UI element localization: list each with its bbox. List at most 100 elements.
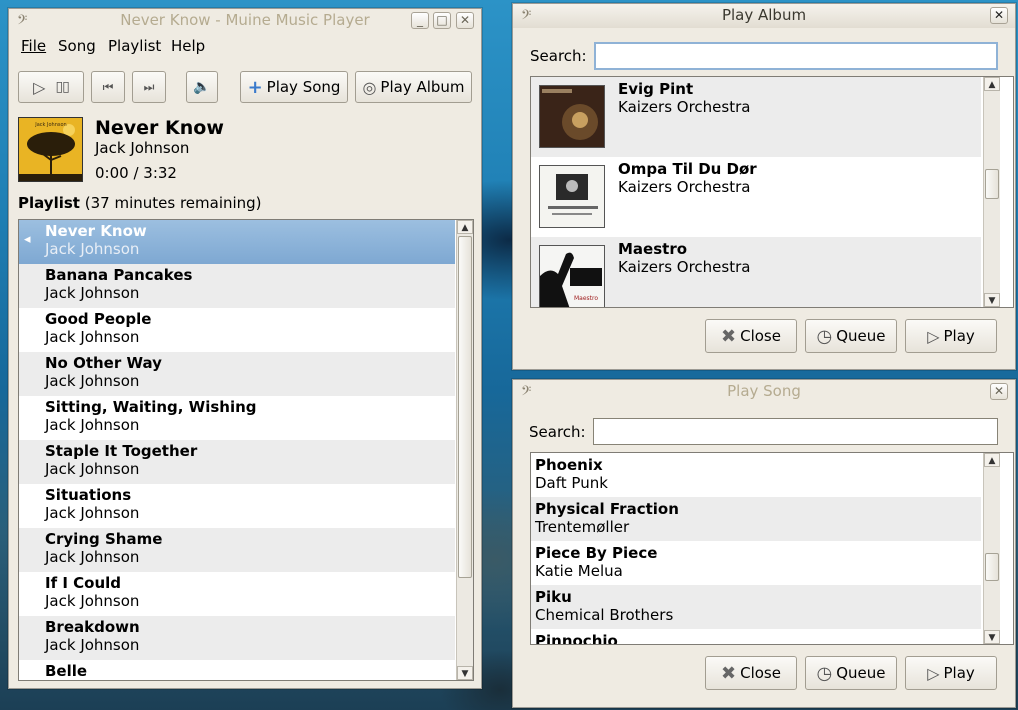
song-title: Breakdown	[45, 618, 140, 636]
menu-help[interactable]: Help	[171, 37, 205, 55]
next-button[interactable]: ⏭	[132, 71, 166, 103]
song-title: Never Know	[45, 222, 147, 240]
playlist-row[interactable]: Breakdown Jack Johnson	[19, 616, 455, 660]
song-row[interactable]: Piece By Piece Katie Melua	[531, 541, 981, 585]
song-queue-button[interactable]: ◷ Queue	[805, 656, 897, 690]
scroll-thumb[interactable]	[985, 553, 999, 581]
song-artist: Jack Johnson	[45, 636, 140, 654]
song-search-input[interactable]	[593, 418, 998, 445]
playlist-row[interactable]: Crying Shame Jack Johnson	[19, 528, 455, 572]
song-title: Banana Pancakes	[45, 266, 193, 284]
song-artist: Jack Johnson	[45, 328, 140, 346]
song-row[interactable]: Pinnochio	[531, 629, 981, 644]
album-list[interactable]: Evig Pint Kaizers Orchestra Ompa Til Du Dø…	[530, 76, 1014, 308]
playlist-row[interactable]: Banana Pancakes Jack Johnson	[19, 264, 455, 308]
song-artist: Jack Johnson	[45, 240, 140, 258]
menubar: File Song Playlist Help	[9, 34, 481, 58]
song-close-button[interactable]: ✖ Close	[705, 656, 797, 690]
song-title: Piku	[535, 588, 572, 606]
scroll-thumb[interactable]	[985, 169, 999, 199]
song-dialog-title: Play Song	[727, 382, 801, 400]
album-search-label: Search:	[530, 47, 587, 65]
song-title: Crying Shame	[45, 530, 163, 548]
queue-label: Queue	[836, 327, 886, 345]
play-album-button[interactable]: ◎ Play Album	[355, 71, 472, 103]
close-icon[interactable]: ✕	[990, 383, 1008, 400]
song-row[interactable]: Phoenix Daft Punk	[531, 453, 981, 497]
playlist-row[interactable]: Staple It Together Jack Johnson	[19, 440, 455, 484]
album-play-button[interactable]: ▷ Play	[905, 319, 997, 353]
play-song-button[interactable]: + Play Song	[240, 71, 348, 103]
play-label: Play	[943, 664, 975, 682]
svg-text:Jack Johnson: Jack Johnson	[34, 122, 66, 128]
album-cover-art	[539, 85, 605, 148]
playlist-remaining: (37 minutes remaining)	[84, 194, 262, 212]
menu-file[interactable]: File	[21, 37, 46, 55]
album-queue-button[interactable]: ◷ Queue	[805, 319, 897, 353]
main-titlebar[interactable]: 𝄢 Never Know - Muine Music Player _ □ ✕	[9, 9, 481, 33]
menu-song[interactable]: Song	[58, 37, 96, 55]
album-row[interactable]: Ompa Til Du Dør Kaizers Orchestra	[531, 157, 981, 237]
scroll-up-arrow[interactable]: ▲	[457, 220, 473, 234]
playlist-row[interactable]: Belle	[19, 660, 455, 680]
queue-clock-icon: ◷	[816, 662, 833, 684]
scroll-up-arrow[interactable]: ▲	[984, 77, 1000, 91]
song-search-label: Search:	[529, 423, 586, 441]
playlist-row[interactable]: If I Could Jack Johnson	[19, 572, 455, 616]
menu-playlist[interactable]: Playlist	[108, 37, 161, 55]
playlist-row[interactable]: Good People Jack Johnson	[19, 308, 455, 352]
play-pause-button[interactable]: ▷ ▯▯	[18, 71, 84, 103]
playlist-label: Playlist	[18, 194, 80, 212]
volume-button[interactable]: 🔈	[186, 71, 218, 103]
playlist-row-current[interactable]: ◂ Never Know Jack Johnson	[19, 220, 455, 264]
now-playing-speaker-icon: ◂	[24, 232, 31, 247]
close-icon[interactable]: ✕	[990, 7, 1008, 24]
playlist-row[interactable]: No Other Way Jack Johnson	[19, 352, 455, 396]
song-artist: Jack Johnson	[45, 504, 140, 522]
close-label: Close	[740, 664, 781, 682]
song-scrollbar[interactable]: ▲ ▼	[983, 453, 1000, 644]
song-artist: Daft Punk	[535, 474, 608, 492]
song-artist: Jack Johnson	[45, 372, 140, 390]
song-dialog-titlebar[interactable]: 𝄢 Play Song ✕	[513, 380, 1015, 404]
scroll-thumb[interactable]	[458, 236, 472, 578]
song-artist: Chemical Brothers	[535, 606, 674, 624]
maximize-icon[interactable]: □	[433, 12, 451, 29]
queue-label: Queue	[836, 664, 886, 682]
disc-icon: ◎	[362, 77, 377, 97]
scroll-down-arrow[interactable]: ▼	[984, 630, 1000, 644]
play-label: Play	[943, 327, 975, 345]
song-row[interactable]: Piku Chemical Brothers	[531, 585, 981, 629]
album-title: Maestro	[618, 240, 688, 258]
album-scrollbar[interactable]: ▲ ▼	[983, 77, 1000, 307]
play-icon: ▷	[927, 326, 940, 346]
svg-text:Maestro: Maestro	[574, 295, 598, 302]
play-icon: ▷	[927, 663, 940, 683]
album-close-button[interactable]: ✖ Close	[705, 319, 797, 353]
minimize-icon[interactable]: _	[411, 12, 429, 29]
album-dialog-titlebar[interactable]: 𝄢 Play Album ✕	[513, 4, 1015, 28]
playlist-row[interactable]: Sitting, Waiting, Wishing Jack Johnson	[19, 396, 455, 440]
play-icon: ▷	[33, 77, 46, 97]
scroll-down-arrow[interactable]: ▼	[984, 293, 1000, 307]
song-title: If I Could	[45, 574, 122, 592]
playlist-row[interactable]: Situations Jack Johnson	[19, 484, 455, 528]
album-row[interactable]: Evig Pint Kaizers Orchestra	[531, 77, 981, 157]
pause-icon: ▯▯	[55, 79, 69, 95]
play-song-label: Play Song	[266, 78, 341, 96]
skip-forward-icon: ⏭	[143, 79, 155, 94]
playlist-scrollbar[interactable]: ▲ ▼	[456, 220, 473, 680]
close-icon[interactable]: ✕	[456, 12, 474, 29]
album-search-input[interactable]	[594, 42, 998, 70]
previous-button[interactable]: ⏮	[91, 71, 125, 103]
song-artist: Jack Johnson	[45, 592, 140, 610]
scroll-up-arrow[interactable]: ▲	[984, 453, 1000, 467]
song-row[interactable]: Physical Fraction Trentemøller	[531, 497, 981, 541]
playlist-list[interactable]: ◂ Never Know Jack Johnson Banana Pancakes Ja…	[18, 219, 474, 681]
app-logo-icon: 𝄢	[17, 12, 28, 31]
now-playing-time: 0:00 / 3:32	[95, 164, 177, 182]
album-row[interactable]: Maestro Maestro Kaizers Orchestra	[531, 237, 981, 307]
song-list[interactable]: Phoenix Daft Punk Physical Fraction Trentem…	[530, 452, 1014, 645]
scroll-down-arrow[interactable]: ▼	[457, 666, 473, 680]
song-play-button[interactable]: ▷ Play	[905, 656, 997, 690]
